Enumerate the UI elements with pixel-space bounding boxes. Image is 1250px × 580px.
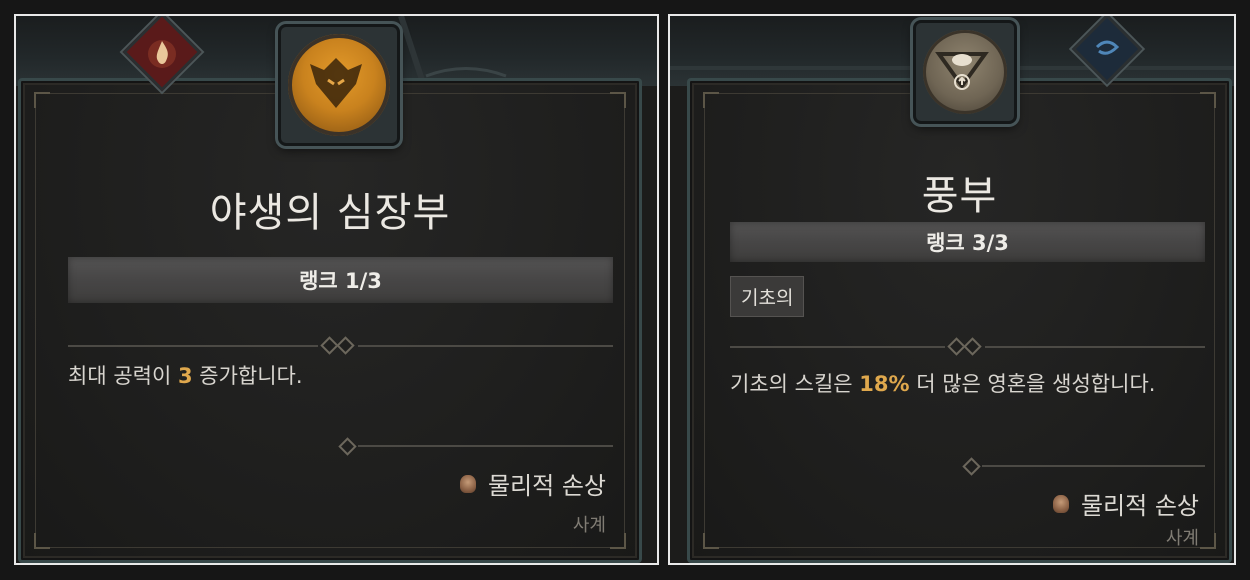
tooltip-frame-right: 풍부 랭크 3/3 기초의 기초의 스킬은 18% 더 많은 영혼을 생성합니다… [668, 14, 1236, 565]
divider-line [358, 445, 613, 447]
bowl-arrow-icon [923, 30, 1007, 114]
skill-tooltip: 야생의 심장부 랭크 1/3 최대 공력이 3 증가합니다. 물리적 손상 사계 [18, 78, 642, 563]
skill-title: 풍부 [921, 173, 998, 219]
skill-title: 야생의 심장부 [209, 190, 451, 236]
bowl-glyph-icon [935, 52, 989, 90]
corner-ornament [610, 533, 626, 549]
value-highlight: 18% [859, 372, 910, 396]
skill-description: 기초의 스킬은 18% 더 많은 영혼을 생성합니다. [730, 372, 1156, 396]
tooltip-inner-border [703, 92, 1216, 549]
corner-ornament [34, 533, 50, 549]
damage-type-label: 물리적 손상 [487, 472, 606, 500]
skill-tag-chip: 기초의 [730, 276, 805, 317]
damage-type-row: 물리적 손상 [1052, 486, 1199, 521]
skill-description: 최대 공력이 3 증가합니다. [68, 364, 303, 388]
value-highlight: 3 [177, 364, 193, 388]
tooltip-frame-left: 야생의 심장부 랭크 1/3 최대 공력이 3 증가합니다. 물리적 손상 사계 [14, 14, 659, 565]
divider-line [68, 345, 318, 347]
corner-ornament [1200, 92, 1216, 108]
rank-bar: 랭크 3/3 [730, 222, 1205, 262]
spirit-glyph-icon [1095, 40, 1120, 55]
skill-school-label: 사계 [572, 515, 606, 536]
divider-line [982, 465, 1205, 467]
corner-ornament [1200, 533, 1216, 549]
corner-ornament [34, 92, 50, 108]
skill-icon-frame[interactable] [278, 24, 400, 146]
divider-line [985, 346, 1205, 348]
rank-bar: 랭크 1/3 [68, 257, 613, 303]
skill-tooltip: 풍부 랭크 3/3 기초의 기초의 스킬은 18% 더 많은 영혼을 생성합니다… [687, 78, 1232, 563]
corner-ornament [610, 92, 626, 108]
wolf-emblem-icon [288, 34, 390, 136]
physical-damage-icon [1052, 494, 1069, 513]
corner-ornament [703, 533, 719, 549]
wolf-head-glyph-icon [310, 58, 362, 108]
flame-glyph-icon [148, 40, 176, 68]
corner-ornament [703, 92, 719, 108]
physical-damage-icon [459, 474, 476, 493]
damage-type-row: 물리적 손상 [459, 466, 606, 501]
divider-line [730, 346, 945, 348]
skill-school-label: 사계 [1165, 528, 1199, 549]
divider-line [358, 345, 613, 347]
skill-icon-frame[interactable] [913, 20, 1017, 124]
damage-type-label: 물리적 손상 [1080, 492, 1199, 520]
